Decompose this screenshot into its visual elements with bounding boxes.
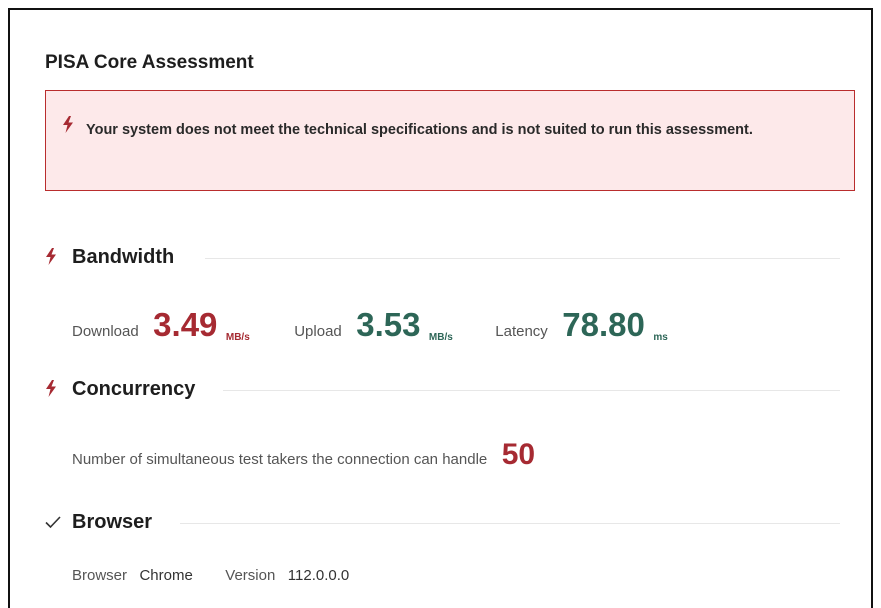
browser-value: Chrome [139,567,193,584]
section-divider [205,258,840,259]
check-icon [45,515,61,534]
latency-value: 78.80 [562,306,645,343]
upload-label: Upload [294,323,342,340]
bandwidth-title: Bandwidth [72,246,175,268]
download-unit: MB/s [225,332,250,343]
bandwidth-metrics: Download 3.49 MB/s Upload 3.53 MB/s Late… [72,306,668,344]
alert-message: Your system does not meet the technical … [86,122,753,138]
browser-section-header: Browser [45,509,840,539]
browser-label: Browser [72,567,128,584]
error-alert: Your system does not meet the technical … [45,90,855,191]
latency-unit: ms [653,332,668,343]
bandwidth-section-header: Bandwidth [45,244,840,274]
version-value: 112.0.0.0 [287,567,350,584]
download-value: 3.49 [153,306,218,343]
concurrency-metric: Number of simultaneous test takers the c… [72,438,535,472]
browser-info: Browser Chrome Version 112.0.0.0 [72,567,349,585]
concurrency-value: 50 [501,438,536,471]
page-title: PISA Core Assessment [45,52,254,73]
concurrency-title: Concurrency [72,378,196,400]
upload-unit: MB/s [428,332,453,343]
section-divider [223,390,840,391]
bolt-icon [45,248,57,270]
download-label: Download [72,323,139,340]
upload-value: 3.53 [356,306,421,343]
version-label: Version [225,567,276,584]
section-divider [180,523,840,524]
concurrency-section-header: Concurrency [45,376,840,406]
latency-label: Latency [495,323,548,340]
assessment-panel: PISA Core Assessment Your system does no… [8,8,873,608]
concurrency-label: Number of simultaneous test takers the c… [72,451,488,468]
bolt-icon [62,116,74,138]
bolt-icon [45,380,57,402]
browser-title: Browser [72,511,153,533]
